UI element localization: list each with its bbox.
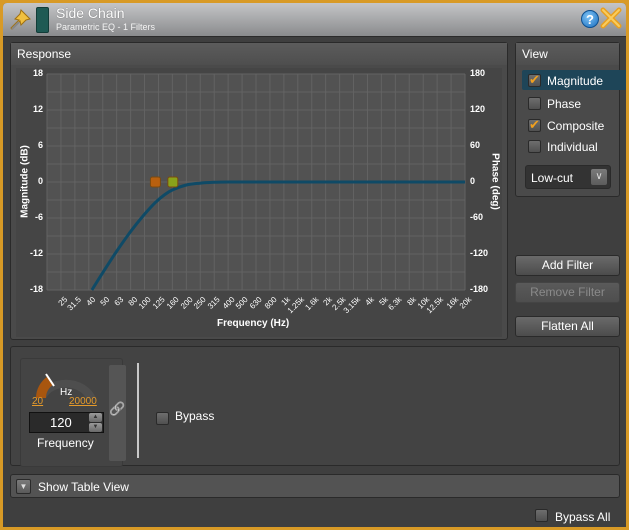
bypass-all-label: Bypass All	[555, 510, 611, 524]
dial-max[interactable]: 20000	[69, 396, 97, 407]
frequency-label: Frequency	[37, 436, 94, 450]
individual-checkbox[interactable]	[528, 140, 541, 154]
view-option-individual[interactable]: Individual	[522, 136, 626, 156]
frequency-stepper[interactable]: ▲ ▼	[89, 413, 102, 432]
magnitude-label: Magnitude	[547, 73, 604, 88]
individual-label: Individual	[547, 139, 598, 154]
bypass-all-checkbox[interactable]	[535, 509, 548, 522]
view-option-magnitude[interactable]: Magnitude	[522, 70, 626, 90]
table-view-label: Show Table View	[38, 480, 129, 494]
dial-min[interactable]: 20	[32, 396, 43, 407]
table-view-bar[interactable]: ▼ Show Table View	[10, 474, 620, 498]
phase-label: Phase	[547, 96, 582, 111]
y-tick-label: -12	[29, 248, 43, 258]
bypass-label: Bypass	[175, 409, 215, 423]
y-axis-title: Magnitude (dB)	[19, 145, 31, 218]
y2-tick-label: 0	[470, 176, 476, 186]
filter-1-secondary-handle[interactable]	[167, 176, 179, 188]
y2-tick-label: 180	[470, 68, 486, 78]
y-tick-label: 18	[32, 68, 43, 78]
phase-checkbox[interactable]	[528, 97, 541, 111]
y-tick-label: 12	[32, 104, 43, 114]
eq-window: Side Chain Parametric EQ - 1 Filters ? R…	[3, 3, 626, 527]
y-tick-label: -6	[34, 212, 43, 222]
stepper-down-icon[interactable]: ▼	[89, 423, 102, 432]
filter-1-frequency-handle[interactable]	[149, 176, 161, 188]
y-tick-label: -18	[29, 284, 43, 294]
chevron-down-icon[interactable]: ∨	[591, 169, 607, 185]
x-axis-title: Frequency (Hz)	[217, 318, 290, 329]
link-icon[interactable]: 🔗	[109, 365, 126, 461]
expand-icon[interactable]: ▼	[16, 479, 31, 494]
y-tick-label: 0	[37, 176, 43, 186]
y2-axis-title: Phase (deg)	[489, 153, 501, 210]
composite-checkbox[interactable]	[528, 117, 541, 133]
y2-tick-label: 60	[470, 140, 481, 150]
view-title: View	[516, 43, 619, 65]
y2-tick-label: -120	[470, 248, 489, 258]
magnitude-checkbox[interactable]	[528, 72, 541, 88]
filter-type-value: Low-cut	[531, 171, 574, 185]
filter-type-dropdown[interactable]: Low-cut ∨	[525, 165, 611, 189]
y-tick-label: 6	[37, 140, 43, 150]
view-panel: View Magnitude Phase Composite Individua…	[515, 42, 626, 197]
y2-tick-label: -180	[470, 284, 489, 294]
bypass-checkbox[interactable]	[156, 412, 169, 425]
remove-filter-button[interactable]: Remove Filter	[515, 282, 620, 303]
view-option-composite[interactable]: Composite	[522, 115, 626, 135]
flatten-all-button[interactable]: Flatten All	[515, 316, 620, 337]
y2-tick-label: 120	[470, 104, 486, 114]
add-filter-button[interactable]: Add Filter	[515, 255, 620, 276]
divider	[137, 363, 139, 458]
y2-tick-label: -60	[470, 212, 484, 222]
composite-label: Composite	[547, 118, 605, 133]
stepper-up-icon[interactable]: ▲	[89, 413, 102, 422]
view-option-phase[interactable]: Phase	[522, 93, 626, 113]
